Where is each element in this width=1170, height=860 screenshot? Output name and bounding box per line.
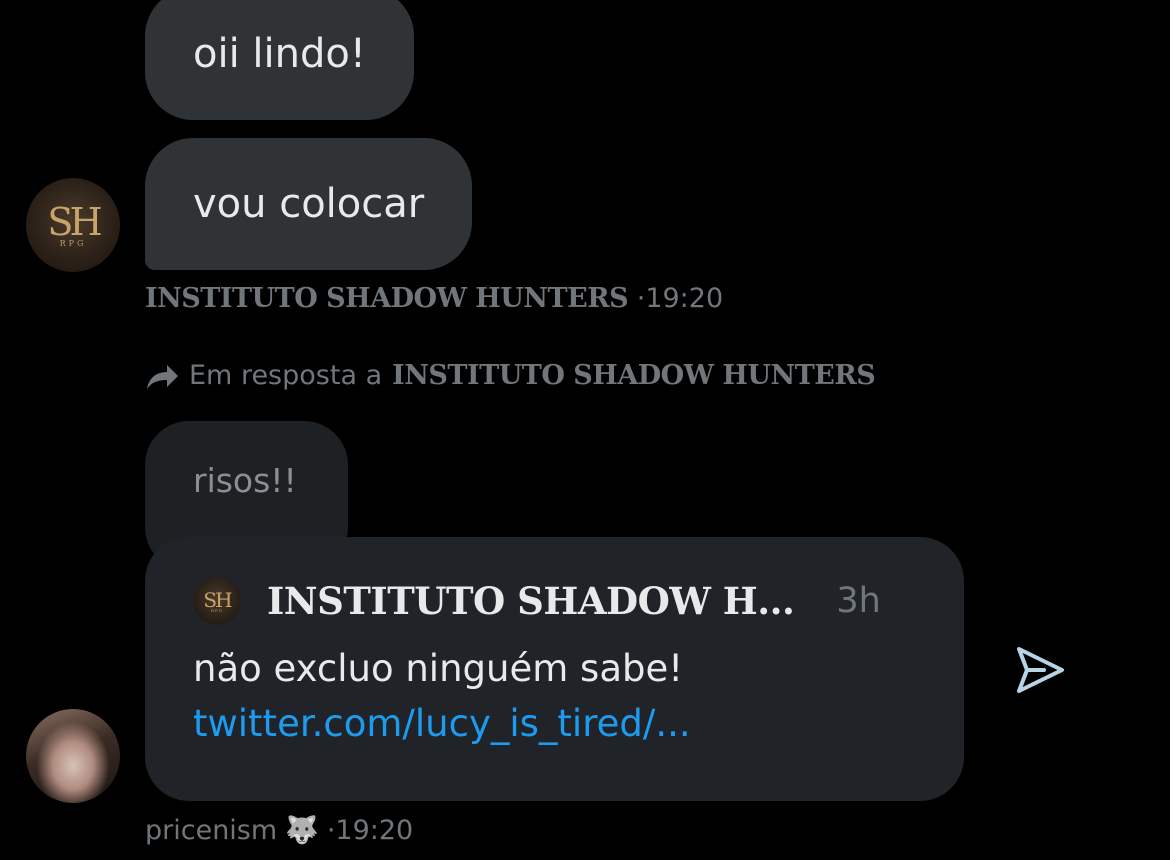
reply-arrow-icon [147,364,178,389]
timestamp: ·19:20 [636,283,724,314]
avatar-pricenism[interactable] [26,709,120,803]
avatar-logo-sub: RPG [59,238,87,248]
message-bubble-2[interactable]: vou colocar [145,138,473,270]
sender-name[interactable]: pricenism [145,815,277,846]
message-text: vou colocar [193,181,425,227]
reply-bubble-text: risos!! [193,461,297,500]
reply-target[interactable]: INSTITUTO SHADOW HUNTERS [392,360,876,391]
reply-context: Em resposta a INSTITUTO SHADOW HUNTERS [145,360,876,391]
message-bubble-1[interactable]: oii lindo! [145,0,414,120]
quoted-tweet-link[interactable]: twitter.com/lucy_is_tired/... [193,702,916,745]
quoted-tweet-age: 3h [836,581,881,621]
reply-prefix: Em resposta a [189,360,383,391]
message-meta: INSTITUTO SHADOW HUNTERS ·19:20 [145,283,723,314]
message-meta: pricenism 🐺 ·19:20 [145,814,414,847]
quoted-tweet-header: SH RPG INSTITUTO SHADOW H... 3h [193,573,916,629]
quoted-tweet-text: não excluo ninguém sabe! [193,647,684,690]
quoted-tweet-avatar: SH RPG [193,577,241,625]
avatar-logo-letters: SH [203,587,232,612]
sender-name[interactable]: INSTITUTO SHADOW HUNTERS [145,283,629,314]
message-text: oii lindo! [193,31,366,77]
avatar-logo-sub: RPG [211,607,223,613]
quoted-tweet-author: INSTITUTO SHADOW H... [267,579,795,623]
avatar-logo-letters: SH [47,199,102,244]
send-icon[interactable] [1014,645,1066,695]
quoted-tweet-card[interactable]: SH RPG INSTITUTO SHADOW H... 3h não excl… [145,537,964,801]
avatar-instituto-shadow-hunters[interactable]: SH RPG [26,178,120,272]
timestamp: ·19:20 [326,814,414,846]
wolf-emoji-icon: 🐺 [285,815,319,846]
